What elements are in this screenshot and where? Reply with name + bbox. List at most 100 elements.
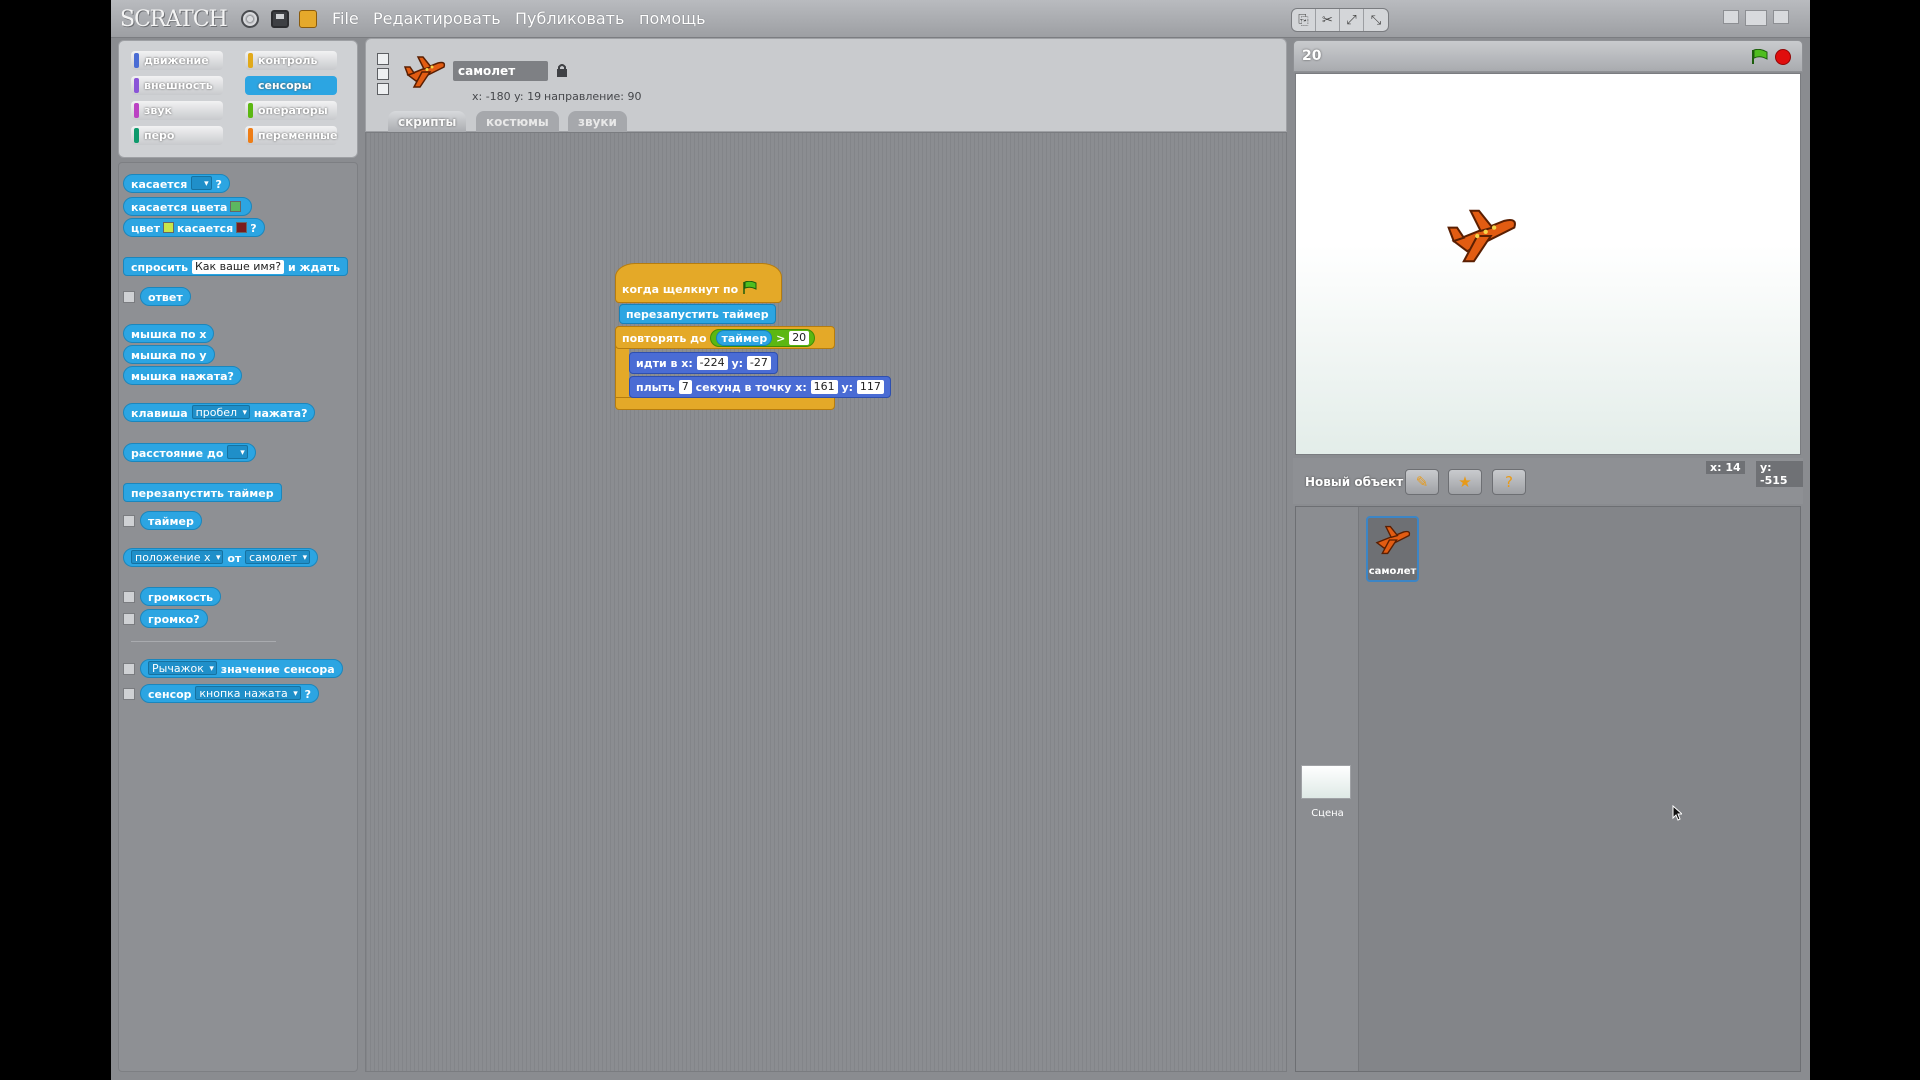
glide-block[interactable]: плыть 7 секунд в точку x: 161 y: 117: [629, 376, 891, 398]
category-motion[interactable]: движение: [131, 51, 223, 70]
scratch-logo: SCRATCH: [120, 7, 228, 32]
lock-icon[interactable]: [556, 63, 568, 77]
timer-reporter[interactable]: таймер: [716, 330, 773, 346]
choose-sprite-from-file-icon[interactable]: ★: [1448, 469, 1482, 495]
block-touching[interactable]: касается ?: [123, 174, 230, 193]
ask-input[interactable]: Как ваше имя?: [191, 260, 285, 274]
block-reset-timer[interactable]: перезапустить таймер: [123, 483, 282, 502]
sensor-checkbox[interactable]: [123, 688, 135, 700]
category-sensing[interactable]: сенсоры: [245, 76, 337, 95]
category-control[interactable]: контроль: [245, 51, 337, 70]
sensor-button-dropdown[interactable]: кнопка нажата: [195, 686, 301, 701]
airplane-sprite[interactable]: [1439, 204, 1529, 268]
block-ask-and-wait[interactable]: спросить Как ваше имя? и ждать: [123, 257, 349, 276]
random-sprite-icon[interactable]: ?: [1492, 469, 1526, 495]
stage-header: 20: [1293, 40, 1803, 72]
reset-timer-block[interactable]: перезапустить таймер: [619, 304, 776, 324]
save-icon[interactable]: [271, 10, 289, 28]
block-attribute-of[interactable]: положение x от самолет: [123, 548, 319, 567]
block-loudness[interactable]: громкость: [140, 587, 222, 606]
small-stage-icon[interactable]: [1723, 10, 1739, 24]
block-color-touching[interactable]: цвет касается?: [123, 218, 265, 237]
tab-sounds[interactable]: звуки: [568, 111, 627, 133]
sensor-value-checkbox[interactable]: [123, 663, 135, 675]
glide-seconds-input[interactable]: 7: [678, 380, 692, 394]
normal-stage-icon[interactable]: [1745, 10, 1767, 26]
loudness-checkbox[interactable]: [123, 591, 135, 603]
block-sensor-pressed[interactable]: сенсор кнопка нажата ?: [140, 684, 319, 703]
duplicate-stamp-icon[interactable]: ⎘: [1292, 9, 1316, 31]
menu-edit[interactable]: Редактировать: [373, 9, 501, 28]
share-icon[interactable]: [299, 10, 317, 28]
stage-thumbnail[interactable]: [1301, 765, 1351, 799]
category-operators[interactable]: операторы: [245, 101, 337, 120]
block-distance-to[interactable]: расстояние до: [123, 443, 256, 462]
paint-new-sprite-icon[interactable]: ✎: [1405, 469, 1439, 495]
block-timer[interactable]: таймер: [140, 511, 202, 530]
loud-checkbox[interactable]: [123, 613, 135, 625]
stage-canvas[interactable]: [1295, 73, 1801, 455]
language-globe-icon[interactable]: [241, 10, 259, 28]
no-rotate-icon[interactable]: [377, 83, 389, 95]
color-swatch-a[interactable]: [162, 222, 174, 233]
scratch-window: SCRATCH File Редактировать Публиковать п…: [111, 0, 1810, 1080]
block-key-pressed[interactable]: клавиша пробел нажата?: [123, 403, 316, 422]
project-title: 20: [1302, 48, 1322, 64]
goto-y-input[interactable]: -27: [746, 356, 771, 370]
go-to-xy-block[interactable]: идти в x: -224 y: -27: [629, 352, 778, 374]
sprite-name-field[interactable]: самолет: [453, 61, 548, 81]
glide-y-input[interactable]: 117: [856, 380, 884, 394]
category-pen[interactable]: перо: [131, 126, 223, 145]
answer-checkbox[interactable]: [123, 291, 135, 303]
when-flag-clicked-block[interactable]: когда щелкнут по: [615, 263, 782, 303]
block-loud[interactable]: громко?: [140, 609, 208, 628]
sprite-list: Сцена самолет: [1295, 506, 1801, 1072]
greater-than-operator[interactable]: таймер > 20: [710, 329, 816, 347]
color-swatch-b[interactable]: [236, 222, 248, 233]
attribute-dropdown[interactable]: положение x: [131, 550, 224, 565]
grow-icon[interactable]: ⤢: [1340, 9, 1364, 31]
rotate-all-icon[interactable]: [377, 53, 389, 65]
menu-share[interactable]: Публиковать: [515, 9, 624, 28]
timer-limit-input[interactable]: 20: [789, 331, 810, 345]
tab-costumes[interactable]: костюмы: [476, 111, 559, 133]
rotation-style-buttons: [377, 53, 389, 95]
mouse-x-readout: x: 14: [1706, 461, 1745, 474]
block-touching-color[interactable]: касается цвета: [123, 197, 253, 216]
distance-dropdown[interactable]: [227, 445, 248, 460]
stage-view-modes: [1723, 10, 1789, 26]
sprite-direction: направление: 90: [544, 90, 642, 103]
block-answer[interactable]: ответ: [140, 287, 191, 306]
new-sprite-bar: Новый объект ✎ ★ ? x: 14 y: -515: [1293, 458, 1803, 504]
category-looks[interactable]: внешность: [131, 76, 223, 95]
block-mouse-down[interactable]: мышка нажата?: [123, 366, 242, 385]
block-mouse-x[interactable]: мышка по x: [123, 324, 215, 343]
touching-dropdown[interactable]: [191, 176, 212, 191]
sprite-info-panel: самолет x: -180 y: 19 направление: 90 ск…: [365, 38, 1287, 133]
key-dropdown[interactable]: пробел: [191, 405, 251, 420]
block-sensor-value[interactable]: Рычажок значение сенсора: [140, 659, 343, 678]
tab-scripts[interactable]: скрипты: [388, 111, 467, 133]
stage-selector-column: Сцена: [1296, 507, 1359, 1071]
shrink-icon[interactable]: ⤡: [1364, 9, 1388, 31]
category-variables[interactable]: переменные: [245, 126, 337, 145]
goto-x-input[interactable]: -224: [696, 356, 728, 370]
object-dropdown[interactable]: самолет: [245, 550, 311, 565]
script-area[interactable]: когда щелкнут по перезапустить таймер по…: [365, 132, 1287, 1072]
green-flag-icon[interactable]: [1751, 49, 1769, 65]
sprite-coordinates: x: -180 y: 19: [472, 90, 542, 103]
flip-horizontal-icon[interactable]: [377, 68, 389, 80]
menu-file[interactable]: File: [332, 9, 359, 28]
menu-help[interactable]: помощь: [639, 9, 706, 28]
glide-x-input[interactable]: 161: [810, 380, 838, 394]
category-sound[interactable]: звук: [131, 101, 223, 120]
repeat-until-block[interactable]: повторять до таймер > 20: [615, 326, 835, 349]
sensor-dropdown[interactable]: Рычажок: [148, 661, 217, 676]
block-mouse-y[interactable]: мышка по y: [123, 345, 215, 364]
delete-scissors-icon[interactable]: ✂: [1316, 9, 1340, 31]
presentation-mode-icon[interactable]: [1773, 10, 1789, 24]
sprite-thumbnail[interactable]: самолет: [1366, 516, 1419, 582]
stop-icon[interactable]: [1775, 49, 1791, 65]
timer-checkbox[interactable]: [123, 515, 135, 527]
color-swatch[interactable]: [230, 201, 242, 212]
